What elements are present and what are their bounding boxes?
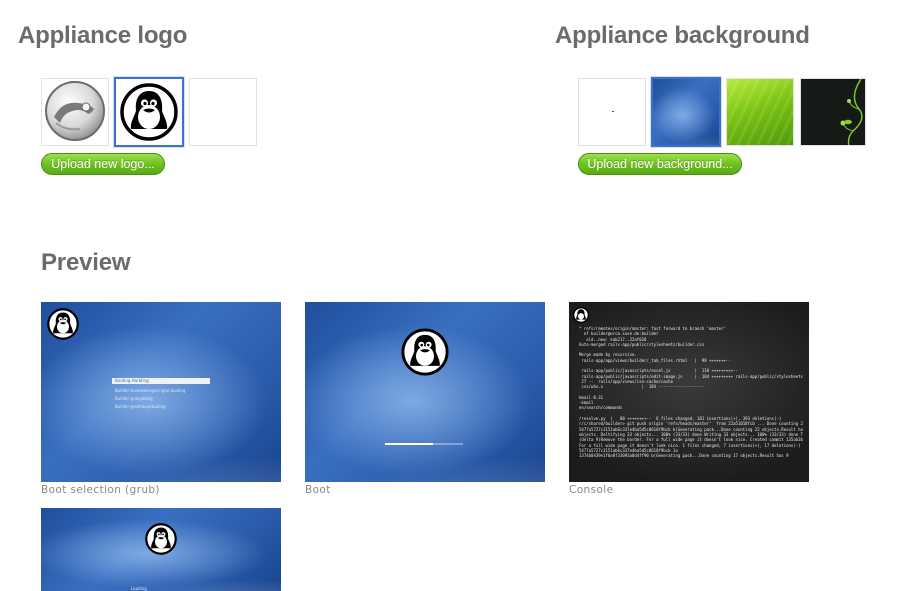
logo-option-opensuse[interactable] xyxy=(41,78,109,146)
background-option-dark-vine[interactable] xyxy=(800,78,866,146)
upload-logo-button[interactable]: Upload new logo... xyxy=(41,153,165,175)
boot-progress-bar xyxy=(385,443,463,445)
appliance-logo-title: Appliance logo xyxy=(18,22,188,49)
background-option-green[interactable] xyxy=(726,78,794,146)
upload-background-button[interactable]: Upload new background... xyxy=(578,153,742,175)
background-option-blank[interactable] xyxy=(578,78,646,146)
tux-penguin-icon xyxy=(47,308,79,340)
logo-option-tux[interactable] xyxy=(114,77,184,147)
green-background-preview xyxy=(727,79,793,145)
preview-boot xyxy=(305,302,545,482)
logo-option-empty[interactable] xyxy=(189,78,257,146)
dark-vine-background-preview xyxy=(801,79,865,145)
appliance-background-title: Appliance background xyxy=(555,22,810,49)
console-output: * refs/remotes/origin/master: fast forwa… xyxy=(579,326,803,458)
console-line: (delta 9)Remove the border. For a full w… xyxy=(579,437,803,443)
background-option-blue[interactable] xyxy=(651,77,721,147)
preview-loading: Loading xyxy=(41,508,281,591)
tux-penguin-icon xyxy=(145,523,177,555)
preview-title: Preview xyxy=(41,249,131,276)
preview-console-caption: Console xyxy=(569,484,614,496)
grub-menu-item: Builder grulspbling xyxy=(115,396,153,401)
preview-boot-selection: Booting Harbling Builder buhowelerge/c-g… xyxy=(41,302,281,482)
preview-console: * refs/remotes/origin/master: fast forwa… xyxy=(569,302,809,482)
preview-boot-selection-caption: Boot selection (grub) xyxy=(41,484,160,496)
grub-menu-item-selected: Booting Harbling xyxy=(112,378,210,384)
console-line: r/c/shared/builder> git push origin 'ref… xyxy=(579,421,803,427)
opensuse-logo-icon xyxy=(45,81,105,141)
grub-menu-item: Builder greshaupetuuling xyxy=(115,404,166,409)
console-line: 1374b0439e1f6e8f33093a0d4ff90 b(Generati… xyxy=(579,453,789,459)
grub-menu-item: Builder buhowelerge/c-grul bunling xyxy=(115,388,186,393)
blank-background-dot xyxy=(612,111,614,112)
preview-boot-caption: Boot xyxy=(305,484,331,496)
boot-progress-fill xyxy=(385,443,434,445)
blue-background-preview xyxy=(653,79,719,145)
tux-penguin-icon xyxy=(401,328,449,376)
loading-label: Loading xyxy=(131,586,147,591)
tux-penguin-icon xyxy=(572,306,590,324)
tux-penguin-icon xyxy=(120,83,178,141)
